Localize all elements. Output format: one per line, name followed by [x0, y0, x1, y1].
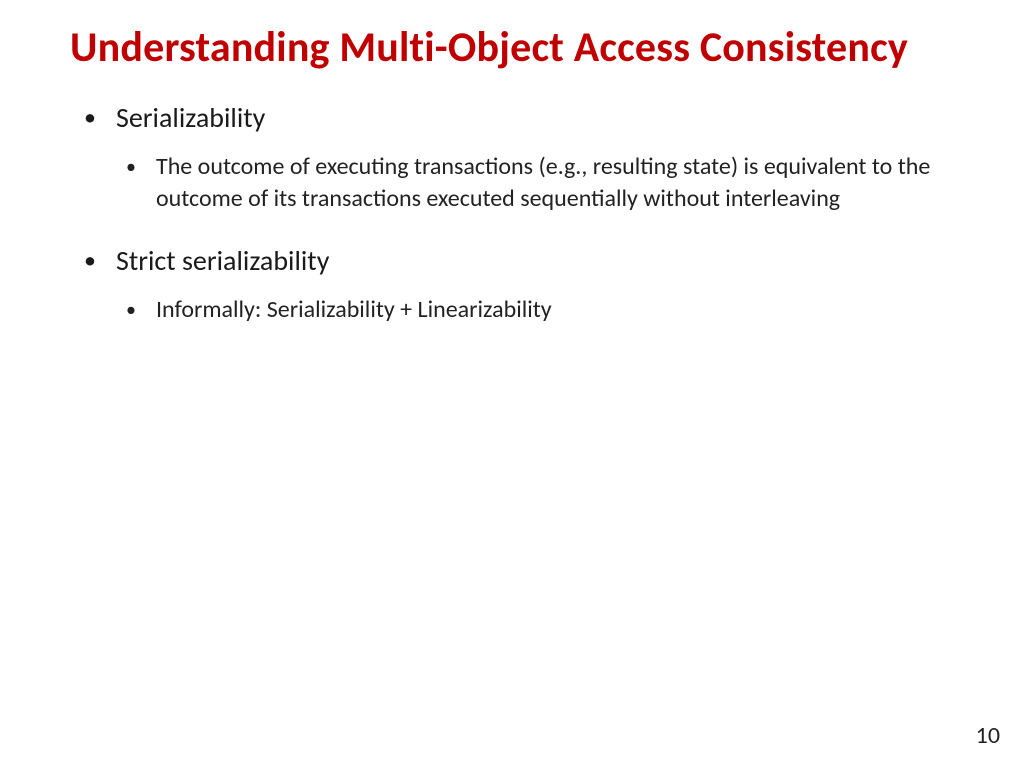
bullet-item: Strict serializability Informally: Seria… — [70, 243, 954, 326]
sub-bullet-list: Informally: Serializability + Linearizab… — [116, 294, 954, 326]
bullet-label: Serializability — [116, 100, 265, 135]
slide: Understanding Multi-Object Access Consis… — [0, 0, 1024, 768]
sub-bullet-item: The outcome of executing transactions (e… — [116, 151, 954, 216]
sub-bullet-list: The outcome of executing transactions (e… — [116, 151, 954, 216]
bullet-item: Serializability The outcome of executing… — [70, 100, 954, 215]
page-number: 10 — [976, 721, 1000, 750]
slide-title: Understanding Multi-Object Access Consis… — [70, 24, 954, 72]
bullet-list: Serializability The outcome of executing… — [70, 100, 954, 326]
bullet-label: Strict serializability — [116, 243, 329, 278]
sub-bullet-item: Informally: Serializability + Linearizab… — [116, 294, 954, 326]
